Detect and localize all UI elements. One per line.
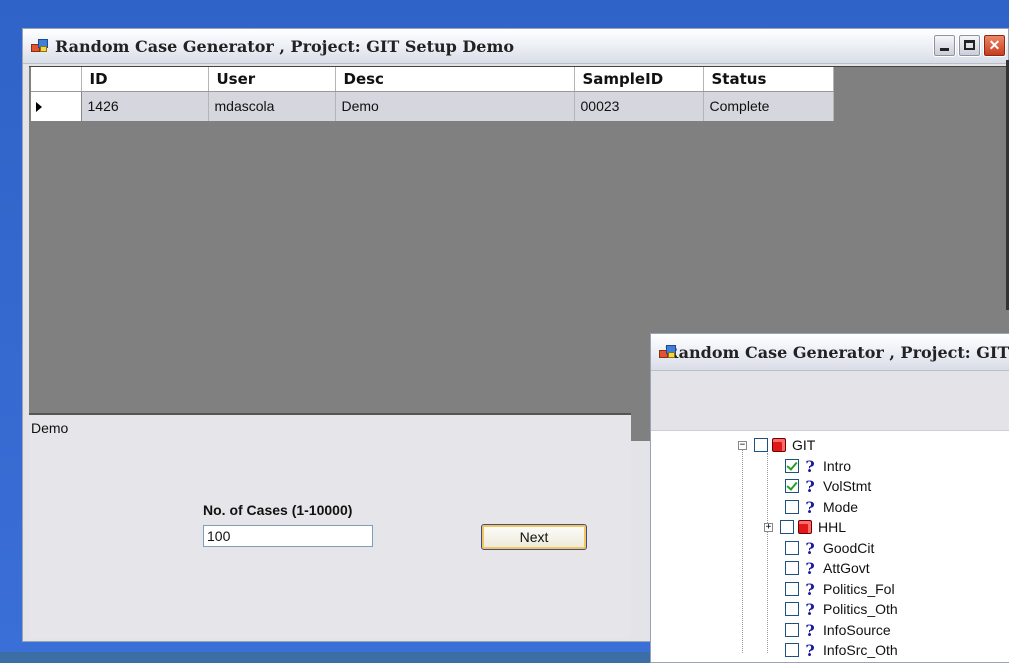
tree-node-label: InfoSource bbox=[823, 622, 891, 638]
column-header-id[interactable]: ID bbox=[81, 67, 209, 92]
cases-panel: No. of Cases (1-10000) Next bbox=[29, 489, 631, 639]
description-text: Demo bbox=[31, 420, 69, 436]
column-header-desc[interactable]: Desc bbox=[335, 67, 575, 92]
minimize-button[interactable] bbox=[933, 34, 956, 57]
column-header-status[interactable]: Status bbox=[703, 67, 834, 92]
app-icon bbox=[31, 39, 49, 53]
tree-node-intro[interactable]: ? Intro bbox=[785, 456, 851, 476]
cases-input[interactable] bbox=[203, 525, 373, 547]
question-icon: ? bbox=[805, 640, 815, 660]
tree-checkbox[interactable] bbox=[785, 602, 799, 616]
tree-checkbox[interactable] bbox=[785, 643, 799, 657]
column-header-user[interactable]: User bbox=[208, 67, 336, 92]
cube-icon bbox=[798, 520, 812, 534]
maximize-icon bbox=[964, 40, 975, 50]
cell-status[interactable]: Complete bbox=[703, 91, 834, 121]
tree-checkbox[interactable] bbox=[785, 561, 799, 575]
tree-title-bar[interactable]: Random Case Generator , Project: GIT Se bbox=[651, 334, 1009, 371]
tree-checkbox[interactable] bbox=[785, 459, 799, 473]
cell-sampleid[interactable]: 00023 bbox=[574, 91, 704, 121]
cases-table: ID User Desc SampleID Status 1426 mdasco… bbox=[31, 67, 834, 121]
tree-window: Random Case Generator , Project: GIT Se … bbox=[650, 333, 1009, 663]
tree-node-label: GIT bbox=[792, 437, 816, 453]
cell-id[interactable]: 1426 bbox=[81, 91, 209, 121]
tree-node-mode[interactable]: ? Mode bbox=[785, 497, 858, 517]
tree-node-label: GoodCit bbox=[823, 540, 875, 556]
tree-node-label: HHL bbox=[818, 519, 847, 535]
tree-node-volstmt[interactable]: ? VolStmt bbox=[785, 476, 871, 496]
row-selector[interactable] bbox=[31, 91, 82, 121]
question-icon: ? bbox=[805, 579, 815, 599]
window-title: Random Case Generator , Project: GIT Set… bbox=[55, 36, 515, 56]
tree-node-label: VolStmt bbox=[823, 478, 872, 494]
question-icon: ? bbox=[805, 599, 815, 619]
tree-checkbox[interactable] bbox=[785, 500, 799, 514]
tree-checkbox[interactable] bbox=[780, 520, 794, 534]
minimize-icon bbox=[940, 48, 949, 51]
cases-label: No. of Cases (1-10000) bbox=[203, 502, 353, 518]
question-tree[interactable]: − GIT ? Intro ? VolStmt ? Mode + HHL ? G… bbox=[651, 430, 1009, 662]
table-row[interactable]: 1426 mdascola Demo 00023 Complete bbox=[31, 91, 834, 121]
collapse-icon[interactable]: − bbox=[738, 440, 747, 450]
tree-checkbox[interactable] bbox=[785, 582, 799, 596]
question-icon: ? bbox=[805, 476, 815, 496]
question-icon: ? bbox=[805, 538, 815, 558]
question-icon: ? bbox=[805, 456, 815, 476]
tree-node-infosource[interactable]: ? InfoSource bbox=[785, 620, 891, 640]
tree-node-label: Intro bbox=[823, 458, 852, 474]
current-row-arrow-icon bbox=[36, 101, 42, 112]
cell-desc[interactable]: Demo bbox=[335, 91, 575, 121]
tree-checkbox[interactable] bbox=[785, 623, 799, 637]
tree-node-goodcit[interactable]: ? GoodCit bbox=[785, 538, 874, 558]
tree-node-politics-oth[interactable]: ? Politics_Oth bbox=[785, 599, 898, 619]
cell-user[interactable]: mdascola bbox=[208, 91, 336, 121]
tree-node-attgovt[interactable]: ? AttGovt bbox=[785, 558, 870, 578]
tree-node-politics-fol[interactable]: ? Politics_Fol bbox=[785, 579, 895, 599]
next-button[interactable]: Next bbox=[481, 524, 587, 550]
tree-node-infosrc-oth[interactable]: ? InfoSrc_Oth bbox=[785, 640, 898, 660]
tree-window-title: Random Case Generator , Project: GIT Se bbox=[665, 342, 1009, 362]
question-icon: ? bbox=[805, 558, 815, 578]
cube-icon bbox=[772, 438, 786, 452]
tree-node-label: AttGovt bbox=[823, 560, 870, 576]
tree-node-label: Politics_Oth bbox=[823, 601, 898, 617]
tree-checkbox[interactable] bbox=[785, 479, 799, 493]
expand-icon[interactable]: + bbox=[764, 522, 773, 532]
tree-node-git[interactable]: − GIT bbox=[738, 435, 815, 455]
tree-checkbox[interactable] bbox=[785, 541, 799, 555]
main-title-bar[interactable]: Random Case Generator , Project: GIT Set… bbox=[23, 29, 1008, 64]
description-panel: Demo bbox=[29, 413, 631, 490]
tree-node-label: Politics_Fol bbox=[823, 581, 895, 597]
maximize-button[interactable] bbox=[958, 34, 981, 57]
question-icon: ? bbox=[805, 620, 815, 640]
tree-node-label: InfoSrc_Oth bbox=[823, 642, 898, 658]
column-header-sampleid[interactable]: SampleID bbox=[574, 67, 704, 92]
row-header-corner bbox=[31, 67, 82, 92]
tree-header-area bbox=[651, 371, 1009, 429]
tree-node-hhl[interactable]: + HHL bbox=[764, 517, 846, 537]
question-icon: ? bbox=[805, 497, 815, 517]
close-icon: ✕ bbox=[988, 37, 1001, 53]
tree-checkbox[interactable] bbox=[754, 438, 768, 452]
tree-node-label: Mode bbox=[823, 499, 859, 515]
close-button[interactable]: ✕ bbox=[983, 34, 1006, 57]
